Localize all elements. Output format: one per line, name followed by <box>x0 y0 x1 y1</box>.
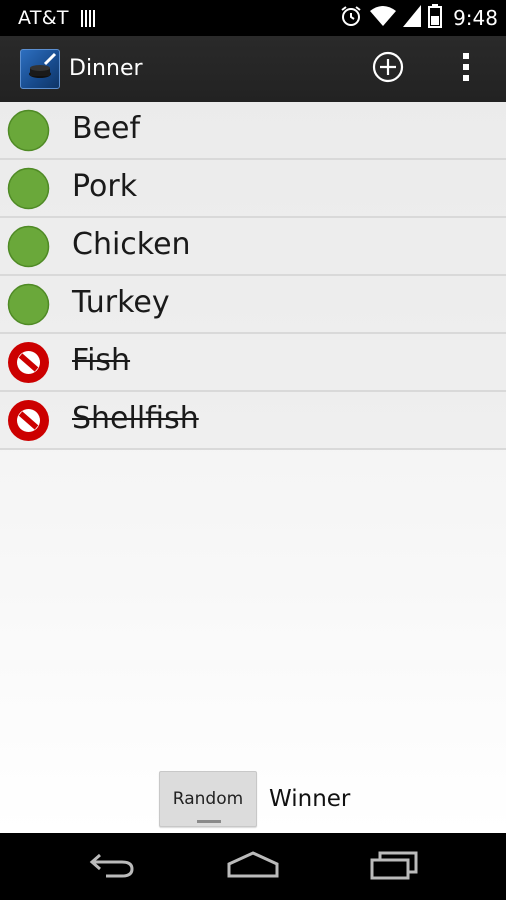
list-item[interactable]: Shellfish <box>0 392 506 450</box>
status-icons: 9:48 <box>339 0 498 36</box>
app-title: Dinner <box>69 56 143 81</box>
alarm-icon <box>339 4 363 32</box>
navigation-bar <box>0 833 506 900</box>
list-item[interactable]: Fish <box>0 334 506 392</box>
overflow-menu-icon <box>461 51 471 87</box>
carrier-name: AT&T <box>18 7 69 29</box>
clock: 9:48 <box>453 6 498 30</box>
item-label: Chicken <box>72 227 191 262</box>
food-list: Beef Pork Chicken Turkey Fish Shellfish <box>0 102 506 450</box>
excluded-icon[interactable] <box>7 399 50 442</box>
app-logo-icon[interactable] <box>20 49 60 89</box>
winner-text: Winner <box>269 786 351 812</box>
home-button[interactable] <box>223 843 283 891</box>
status-bar: AT&T 9:48 <box>0 0 506 36</box>
add-button[interactable] <box>364 45 412 93</box>
item-label: Shellfish <box>72 401 199 436</box>
item-label: Pork <box>72 169 138 204</box>
random-button[interactable]: Random <box>159 771 257 827</box>
home-icon <box>225 850 281 884</box>
item-label: Beef <box>72 111 141 146</box>
list-item[interactable]: Turkey <box>0 276 506 334</box>
carrier-signal-icon <box>81 10 97 27</box>
item-label: Turkey <box>72 285 170 320</box>
wifi-icon <box>370 5 397 31</box>
list-item[interactable]: Beef <box>0 102 506 160</box>
included-icon[interactable] <box>7 225 50 268</box>
included-icon[interactable] <box>7 167 50 210</box>
included-icon[interactable] <box>7 109 50 152</box>
random-button-indicator <box>197 820 221 823</box>
content-area: Beef Pork Chicken Turkey Fish Shellfish … <box>0 102 506 833</box>
recent-apps-icon <box>368 850 420 884</box>
battery-icon <box>428 4 443 32</box>
add-circle-icon <box>371 50 405 88</box>
excluded-icon[interactable] <box>7 341 50 384</box>
list-item[interactable]: Pork <box>0 160 506 218</box>
recent-apps-button[interactable] <box>364 843 424 891</box>
random-button-label: Random <box>172 789 244 809</box>
signal-icon <box>403 5 422 31</box>
list-item[interactable]: Chicken <box>0 218 506 276</box>
action-bar: Dinner <box>0 36 506 102</box>
back-button[interactable] <box>83 843 143 891</box>
item-label: Fish <box>72 343 131 378</box>
back-icon <box>88 850 138 884</box>
overflow-menu-button[interactable] <box>446 45 486 93</box>
included-icon[interactable] <box>7 283 50 326</box>
